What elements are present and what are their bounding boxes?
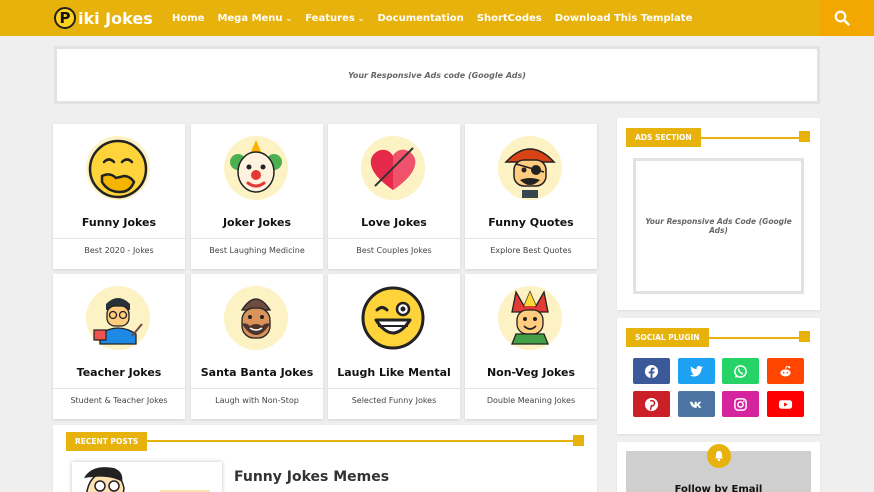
card-subtitle: Double Meaning Jokes	[486, 396, 576, 405]
search-icon[interactable]	[834, 10, 850, 26]
site-logo[interactable]: P iki Jokes	[54, 7, 153, 29]
card-divider	[53, 238, 185, 239]
card-title: Santa Banta Jokes	[200, 366, 314, 379]
cartoon-face-icon	[84, 467, 210, 492]
category-card-santa-banta-jokes[interactable]: Santa Banta Jokes Laugh with Non-Stop	[191, 274, 323, 419]
main-nav: Home Mega Menu ⌄ Features ⌄ Documentation …	[172, 0, 705, 36]
top-ad-banner[interactable]: Your Responsive Ads code (Google Ads)	[54, 46, 820, 104]
whatsapp-icon	[734, 364, 747, 378]
twitter-button[interactable]	[678, 358, 715, 384]
nav-documentation[interactable]: Documentation	[377, 13, 463, 24]
vk-icon	[689, 401, 702, 408]
bell-icon	[707, 444, 731, 468]
card-subtitle: Best Laughing Medicine	[209, 246, 305, 255]
nav-mega-menu[interactable]: Mega Menu ⌄	[217, 13, 292, 24]
card-divider	[53, 388, 185, 389]
chevron-down-icon: ⌄	[285, 13, 293, 23]
card-divider	[465, 388, 597, 389]
winking-face-icon	[361, 286, 425, 350]
follow-title: Follow by Email	[674, 484, 763, 492]
reddit-button[interactable]	[767, 358, 804, 384]
instagram-button[interactable]	[722, 391, 759, 417]
card-title: Teacher Jokes	[76, 366, 162, 379]
youtube-button[interactable]	[767, 391, 804, 417]
section-marker	[799, 331, 810, 342]
chevron-down-icon: ⌄	[357, 13, 365, 23]
card-title: Non-Veg Jokes	[486, 366, 576, 379]
card-title: Funny Quotes	[488, 216, 574, 229]
whatsapp-button[interactable]	[722, 358, 759, 384]
category-card-non-veg-jokes[interactable]: Non-Veg Jokes Double Meaning Jokes	[465, 274, 597, 419]
nav-download[interactable]: Download This Template	[555, 13, 693, 24]
logo-text: iki Jokes	[78, 8, 153, 28]
recent-posts-label: RECENT POSTS	[66, 432, 148, 451]
ad-text: Your Responsive Ads Code (Google Ads)	[645, 217, 792, 235]
category-card-laugh-like-mental[interactable]: Laugh Like Mental Selected Funny Jokes	[328, 274, 460, 419]
sidebar-ad-box[interactable]: Your Responsive Ads Code (Google Ads)	[633, 158, 804, 294]
ads-section-label: ADS SECTION	[626, 128, 701, 147]
card-subtitle: Selected Funny Jokes	[351, 396, 437, 405]
card-divider	[328, 388, 460, 389]
instagram-icon	[734, 397, 747, 411]
card-divider	[465, 238, 597, 239]
card-divider	[191, 388, 323, 389]
card-subtitle: Explore Best Quotes	[490, 246, 572, 255]
card-divider	[191, 238, 323, 239]
category-card-funny-jokes[interactable]: Funny Jokes Best 2020 - Jokes	[53, 124, 185, 269]
ad-text: Your Responsive Ads code (Google Ads)	[348, 70, 526, 80]
nav-home[interactable]: Home	[172, 13, 204, 24]
category-card-love-jokes[interactable]: Love Jokes Best Couples Jokes	[328, 124, 460, 269]
card-subtitle: Best Couples Jokes	[356, 246, 432, 255]
post-thumbnail[interactable]	[72, 462, 222, 492]
card-title: Love Jokes	[361, 216, 427, 229]
section-marker	[573, 435, 584, 446]
teacher-icon	[86, 286, 150, 350]
pinterest-icon	[644, 397, 659, 411]
heart-icon	[361, 136, 425, 200]
card-title: Funny Jokes	[81, 216, 157, 229]
twitter-icon	[689, 365, 704, 376]
pirate-icon	[498, 136, 562, 200]
pinterest-button[interactable]	[633, 391, 670, 417]
category-card-funny-quotes[interactable]: Funny Quotes Explore Best Quotes	[465, 124, 597, 269]
youtube-icon	[778, 399, 793, 409]
reddit-icon	[780, 365, 791, 376]
category-card-joker-jokes[interactable]: Joker Jokes Best Laughing Medicine	[191, 124, 323, 269]
section-divider	[698, 137, 802, 139]
section-divider	[140, 440, 580, 442]
logo-badge: P	[54, 7, 76, 29]
facebook-icon	[644, 364, 659, 378]
section-divider	[706, 337, 802, 339]
social-plugin-label: SOCIAL PLUGIN	[626, 328, 709, 347]
card-subtitle: Student & Teacher Jokes	[70, 396, 168, 405]
laughing-face-icon	[86, 136, 150, 200]
nav-shortcodes[interactable]: ShortCodes	[477, 13, 542, 24]
jester-icon	[498, 286, 562, 350]
clown-icon	[224, 136, 288, 200]
vk-button[interactable]	[678, 391, 715, 417]
card-subtitle: Laugh with Non-Stop	[215, 396, 299, 405]
card-divider	[328, 238, 460, 239]
facebook-button[interactable]	[633, 358, 670, 384]
nav-features[interactable]: Features ⌄	[305, 13, 364, 24]
card-title: Laugh Like Mental	[337, 366, 451, 379]
post-title[interactable]: Funny Jokes Memes	[234, 469, 389, 485]
bearded-man-icon	[224, 286, 288, 350]
card-title: Joker Jokes	[222, 216, 292, 229]
card-subtitle: Best 2020 - Jokes	[84, 246, 154, 255]
category-card-teacher-jokes[interactable]: Teacher Jokes Student & Teacher Jokes	[53, 274, 185, 419]
section-marker	[799, 131, 810, 142]
